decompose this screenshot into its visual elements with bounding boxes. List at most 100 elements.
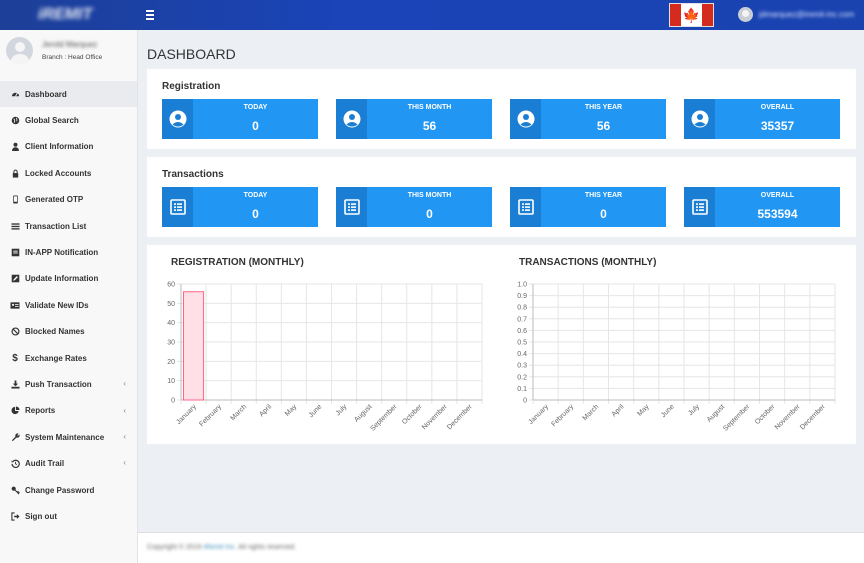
user-menu[interactable]: jdmarquez@iremit-inc.com: [738, 7, 854, 22]
y-tick-label: 0.3: [517, 363, 527, 370]
main-content: DASHBOARD Registration TODAY 0 THIS MONT…: [138, 30, 864, 532]
sidebar-item-transaction-list[interactable]: Transaction List: [0, 213, 137, 239]
transactions-this-month-card: THIS MONTH 0: [336, 187, 492, 227]
y-tick-label: 0.2: [517, 374, 527, 381]
stat-value: 0: [600, 207, 607, 221]
key-icon: [10, 485, 20, 495]
transactions-panel: Transactions TODAY 0 THIS MONTH 0 THIS Y…: [147, 157, 856, 237]
x-tick-label: September: [369, 403, 399, 433]
registration-this-month-card: THIS MONTH 56: [336, 99, 492, 139]
y-tick-label: 0: [523, 398, 527, 405]
ban-icon: [10, 327, 20, 337]
sidebar-item-sign-out[interactable]: Sign out: [0, 503, 137, 529]
chevron-left-icon: ‹: [123, 379, 126, 389]
y-tick-label: 20: [167, 359, 175, 366]
chevron-left-icon: ‹: [123, 458, 126, 468]
x-tick-label: November: [421, 403, 449, 431]
sidebar-item-audit-trail[interactable]: Audit Trail ‹: [0, 450, 137, 476]
sidebar-item-update-information[interactable]: Update Information: [0, 266, 137, 292]
y-tick-label: 0.6: [517, 328, 527, 335]
sidebar-item-generated-otp[interactable]: Generated OTP: [0, 187, 137, 213]
stat-value: 56: [422, 119, 437, 133]
transactions-this-year-card: THIS YEAR 0: [510, 187, 666, 227]
transactions-monthly-chart: 0 0.1 0.2 0.3 0.4 0.5 0.6 0.7 0.8 0.9 1.0 January Fe…: [517, 282, 836, 433]
download-icon: [10, 379, 20, 389]
registration-overall-card: OVERALL 35357: [684, 99, 840, 139]
stat-label: THIS YEAR: [584, 104, 623, 111]
registration-monthly-chart: 0 10 20 30 40 50 60 January February March April Ma…: [167, 282, 483, 433]
user-circle-icon: [691, 110, 708, 128]
x-tick-label: August: [353, 403, 373, 423]
sidebar-item-global-search[interactable]: Global Search: [0, 107, 137, 133]
x-tick-label: May: [284, 403, 299, 418]
sidebar-item-blocked-names[interactable]: Blocked Names: [0, 319, 137, 345]
top-navbar: iREMIT 🍁 jdmarquez@iremit-inc.com: [0, 0, 864, 30]
y-tick-label: 30: [167, 340, 175, 347]
sidebar-item-dashboard[interactable]: Dashboard: [0, 81, 137, 108]
sidebar-item-client-information[interactable]: Client Information: [0, 134, 137, 160]
registration-today-card: TODAY 0: [162, 99, 318, 139]
x-tick-label: March: [582, 403, 601, 422]
x-tick-label: April: [258, 403, 273, 418]
y-tick-label: 10: [167, 378, 175, 385]
stat-value: 0: [252, 119, 259, 133]
stat-value: 35357: [760, 119, 795, 133]
transactions-chart-title: TRANSACTIONS (MONTHLY): [519, 257, 657, 268]
stat-label: THIS MONTH: [407, 192, 452, 199]
stat-value: 0: [426, 207, 433, 221]
y-tick-label: 50: [167, 301, 175, 308]
list-alt-icon: [691, 199, 708, 215]
x-tick-label: January: [527, 403, 550, 426]
sidebar: Jerold Marquez Branch : Head Office Dash…: [0, 30, 138, 563]
list-alt-icon: [517, 199, 534, 215]
user-circle-icon: [517, 110, 534, 128]
y-tick-label: 0.4: [517, 351, 527, 358]
globe-icon: [10, 116, 20, 126]
company-link[interactable]: iRemit Inc.: [204, 544, 237, 551]
charts-panel: REGISTRATION (MONTHLY) TRANSACTIONS (MON…: [147, 245, 856, 444]
sidebar-item-system-maintenance[interactable]: System Maintenance ‹: [0, 424, 137, 450]
sidebar-item-change-password[interactable]: Change Password: [0, 477, 137, 503]
list-alt-icon: [343, 199, 360, 215]
copyright-text: Copyright © 2019 iRemit Inc. All rights …: [147, 544, 297, 551]
x-tick-label: May: [636, 403, 651, 418]
wrench-icon: [10, 432, 20, 442]
y-tick-label: 1.0: [517, 282, 527, 289]
sign-out-icon: [10, 511, 20, 521]
stat-label: THIS MONTH: [407, 104, 452, 111]
sidebar-item-validate-new-ids[interactable]: Validate New IDs: [0, 292, 137, 318]
sidebar-item-exchange-rates[interactable]: $ Exchange Rates: [0, 345, 137, 371]
y-tick-label: 60: [167, 282, 175, 289]
sidebar-item-in-app-notification[interactable]: IN-APP Notification: [0, 239, 137, 265]
app-logo[interactable]: iREMIT: [38, 6, 100, 26]
sidebar-item-push-transaction[interactable]: Push Transaction ‹: [0, 371, 137, 397]
sidebar-item-locked-accounts[interactable]: Locked Accounts: [0, 160, 137, 186]
sidebar-item-reports[interactable]: Reports ‹: [0, 398, 137, 424]
chevron-left-icon: ‹: [123, 405, 126, 415]
y-tick-label: 0.8: [517, 305, 527, 312]
user-icon: [10, 142, 20, 152]
stat-label: OVERALL: [760, 192, 795, 199]
user-email: jdmarquez@iremit-inc.com: [759, 10, 855, 19]
profile-avatar: [6, 37, 33, 64]
pie-chart-icon: [10, 406, 20, 416]
x-tick-label: February: [550, 403, 575, 428]
bar[interactable]: [183, 291, 205, 401]
chevron-left-icon: ‹: [123, 432, 126, 442]
sidebar-toggle-button[interactable]: [146, 8, 156, 22]
x-tick-label: July: [687, 403, 701, 417]
x-tick-label: July: [335, 403, 349, 417]
lock-icon: [10, 168, 20, 178]
avatar: [738, 7, 753, 22]
dollar-icon: $: [12, 352, 18, 364]
dashboard-icon: [10, 89, 20, 99]
x-tick-label: December: [446, 403, 474, 431]
canada-flag-icon[interactable]: 🍁: [669, 3, 714, 27]
profile-name: Jerold Marquez: [42, 40, 98, 49]
stat-value: 553594: [757, 207, 798, 221]
sidebar-menu: Dashboard Global Search Client Informati…: [0, 81, 137, 530]
transactions-title: Transactions: [162, 169, 224, 180]
x-tick-label: November: [774, 403, 802, 431]
transactions-today-card: TODAY 0: [162, 187, 318, 227]
edit-icon: [10, 274, 20, 284]
